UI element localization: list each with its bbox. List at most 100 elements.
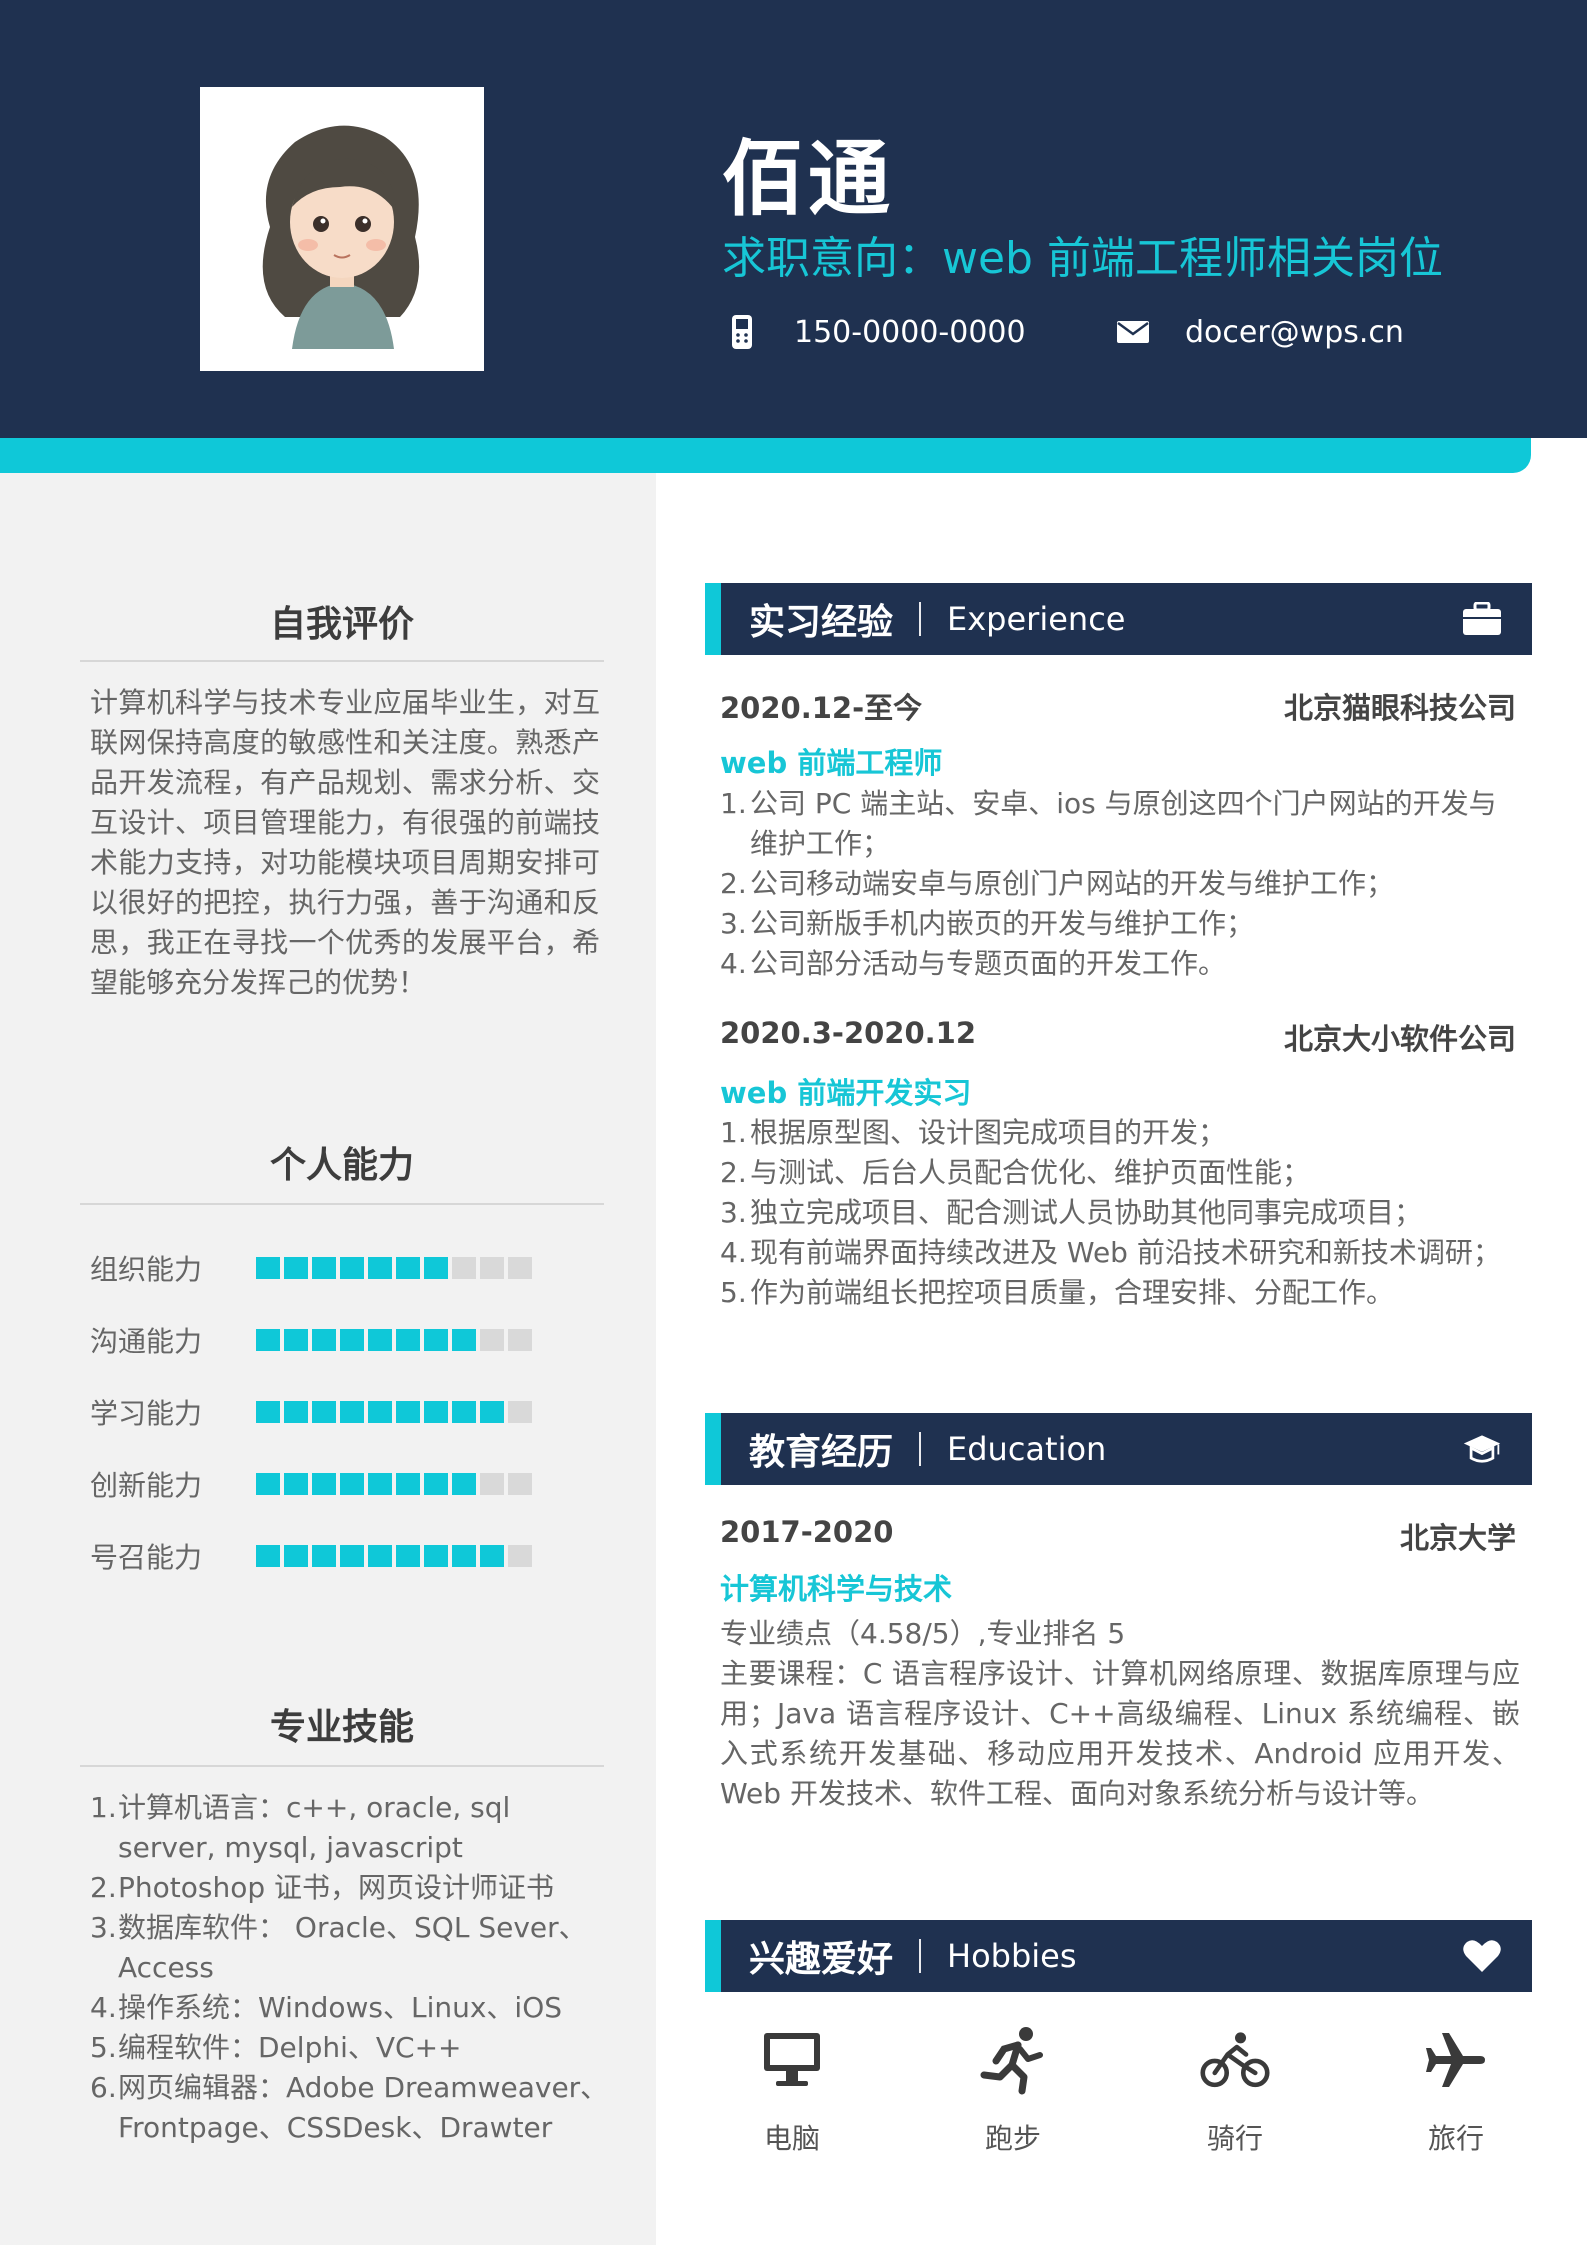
mail-icon xyxy=(1113,312,1153,352)
list-item: 6. 网页编辑器：Adobe Dreamweaver、Frontpage、CSSD… xyxy=(90,2071,609,2144)
level-block xyxy=(424,1545,448,1567)
courses-text: 主要课程：C 语言程序设计、计算机网络原理、数据库原理与应用；Java 语言程序… xyxy=(720,1657,1520,1810)
major: 计算机科学与技术 xyxy=(720,1572,953,1606)
level-block xyxy=(396,1473,420,1495)
title-separator xyxy=(919,1432,922,1466)
level-block xyxy=(396,1401,420,1423)
hobby-label: 旅行 xyxy=(1427,2122,1484,2155)
ability-level-bar xyxy=(256,1401,532,1423)
section-tab xyxy=(705,583,721,655)
job-1-duties: 1. 公司 PC 端主站、安卓、ios 与原创这四个门户网站的开发与维护工作； 2… xyxy=(720,784,1520,984)
level-block xyxy=(396,1257,420,1279)
section-tab xyxy=(705,1920,721,1992)
hobby-label: 电脑 xyxy=(763,2122,820,2155)
heart-icon xyxy=(1462,1938,1502,1974)
ability-row: 组织能力 xyxy=(90,1248,532,1288)
level-block xyxy=(312,1473,336,1495)
avatar-illustration xyxy=(262,125,420,349)
ability-name: 沟通能力 xyxy=(90,1325,203,1358)
list-item: 2. Photoshop 证书，网页设计师证书 xyxy=(90,1871,555,1904)
job-role: web 前端开发实习 xyxy=(720,1076,972,1110)
level-block xyxy=(452,1401,476,1423)
list-item: 4. 操作系统：Windows、Linux、iOS xyxy=(90,1991,563,2024)
bicycle-icon xyxy=(1200,2025,1270,2095)
job-2-header: 2020.3-2020.12 北京大小软件公司 xyxy=(720,1016,1516,1058)
level-block xyxy=(396,1329,420,1351)
list-item: 5. 作为前端组长把控项目质量，合理安排、分配工作。 xyxy=(720,1276,1395,1309)
hobbies-header: 兴趣爱好 Hobbies xyxy=(705,1920,1532,1992)
hobbies-title-en: Hobbies xyxy=(947,1937,1077,1975)
level-block xyxy=(312,1257,336,1279)
title-separator xyxy=(919,602,922,636)
level-block xyxy=(452,1329,476,1351)
education-row: 2017-2020 北京大学 xyxy=(720,1515,1516,1557)
title-separator xyxy=(919,1939,922,1973)
level-block xyxy=(340,1257,364,1279)
list-item: 4. 现有前端界面持续改进及 Web 前沿技术研究和新技术调研； xyxy=(720,1236,1501,1269)
ability-row: 沟通能力 xyxy=(90,1320,532,1360)
level-block xyxy=(508,1329,532,1351)
job-company: 北京大小软件公司 xyxy=(1283,1022,1516,1056)
section-tab xyxy=(705,1413,721,1485)
level-block xyxy=(480,1545,504,1567)
level-block xyxy=(424,1401,448,1423)
level-block xyxy=(508,1545,532,1567)
phone-number: 150-0000-0000 xyxy=(794,314,1026,350)
hobby-label: 跑步 xyxy=(984,2122,1041,2155)
list-item: 2. 与测试、后台人员配合优化、维护页面性能； xyxy=(720,1156,1311,1189)
level-block xyxy=(452,1545,476,1567)
level-block xyxy=(508,1401,532,1423)
level-block xyxy=(312,1329,336,1351)
education-title: 教育经历 xyxy=(749,1432,894,1473)
ability-row: 创新能力 xyxy=(90,1464,532,1504)
level-block xyxy=(424,1473,448,1495)
level-block xyxy=(368,1473,392,1495)
ability-level-bar xyxy=(256,1545,532,1567)
level-block xyxy=(312,1401,336,1423)
level-block xyxy=(508,1473,532,1495)
level-block xyxy=(284,1545,308,1567)
ability-level-bar xyxy=(256,1329,532,1351)
job-2-duties: 1. 根据原型图、设计图完成项目的开发； 2. 与测试、后台人员配合优化、维护页面性… xyxy=(720,1113,1520,1313)
experience-title-en: Experience xyxy=(947,600,1126,638)
ability-level-bar xyxy=(256,1473,532,1495)
job-period: 2020.3-2020.12 xyxy=(720,1016,977,1050)
phone-contact[interactable]: 150-0000-0000 xyxy=(722,312,1026,352)
level-block xyxy=(368,1545,392,1567)
level-block xyxy=(424,1329,448,1351)
ability-name: 号召能力 xyxy=(90,1541,203,1574)
level-block xyxy=(368,1329,392,1351)
level-block xyxy=(256,1329,280,1351)
level-block xyxy=(340,1401,364,1423)
hobby-cycling: 骑行 xyxy=(1155,2025,1315,2157)
header: 佰通 求职意向：web 前端工程师相关岗位 150-0000-0000 doce… xyxy=(0,0,1587,438)
level-block xyxy=(256,1401,280,1423)
list-item: 3. 数据库软件： Oracle、SQL Sever、Access xyxy=(90,1911,587,1984)
avatar xyxy=(200,87,484,371)
list-item: 1. 公司 PC 端主站、安卓、ios 与原创这四个门户网站的开发与维护工作； xyxy=(720,787,1497,860)
candidate-name: 佰通 xyxy=(722,132,895,227)
airplane-icon xyxy=(1421,2025,1491,2095)
ability-name: 学习能力 xyxy=(90,1397,203,1430)
ability-name: 组织能力 xyxy=(90,1253,203,1286)
list-item: 4. 公司部分活动与专题页面的开发工作。 xyxy=(720,947,1227,980)
level-block xyxy=(452,1473,476,1495)
hobbies-title: 兴趣爱好 xyxy=(749,1939,894,1980)
email-contact[interactable]: docer@wps.cn xyxy=(1113,312,1404,352)
divider xyxy=(80,1203,604,1205)
ability-name: 创新能力 xyxy=(90,1469,203,1502)
level-block xyxy=(452,1257,476,1279)
job-period: 2020.12-至今 xyxy=(720,691,923,725)
level-block xyxy=(368,1401,392,1423)
gpa-text: 专业绩点（4.58/5）,专业排名 5 xyxy=(720,1617,1126,1650)
computer-icon xyxy=(757,2025,827,2095)
divider xyxy=(80,660,604,662)
level-block xyxy=(284,1473,308,1495)
abilities-title: 个人能力 xyxy=(269,1145,414,1186)
list-item: 1. 计算机语言：c++, oracle, sql server, mysql, … xyxy=(90,1791,511,1864)
list-item: 2. 公司移动端安卓与原创门户网站的开发与维护工作； xyxy=(720,867,1395,900)
list-item: 5. 编程软件：Delphi、VC++ xyxy=(90,2031,462,2064)
list-item: 3. 独立完成项目、配合测试人员协助其他同事完成项目； xyxy=(720,1196,1423,1229)
divider xyxy=(80,1765,604,1767)
level-block xyxy=(284,1401,308,1423)
